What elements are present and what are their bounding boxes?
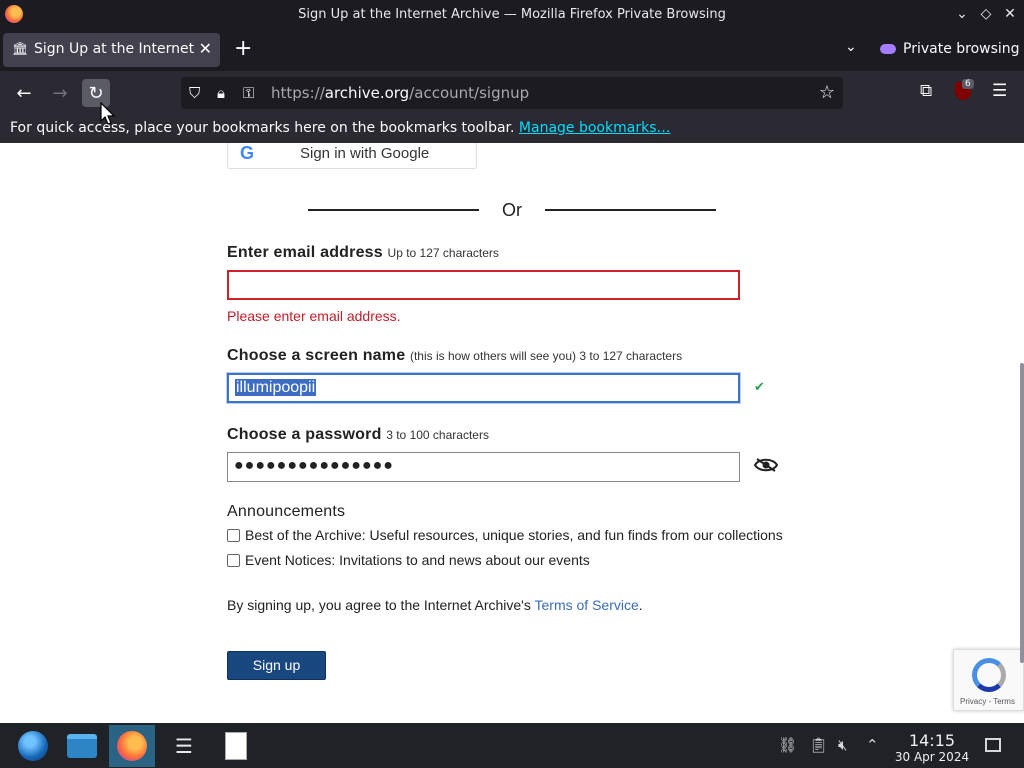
google-icon: G [240, 143, 255, 163]
start-orb-icon [18, 731, 48, 761]
tab-bar: 🏛 Sign Up at the Internet Archive ✕ + ⌄ … [0, 29, 1024, 71]
menu-icon[interactable]: ☰ [992, 81, 1007, 101]
event-notices-label: Event Notices: Invitations to and news a… [245, 552, 590, 568]
bookmark-star-icon[interactable]: ☆ [819, 82, 835, 103]
back-button[interactable]: ← [10, 79, 38, 107]
page-content: G Sign in with Google Or Enter email add… [0, 143, 1024, 723]
document-taskbar-button[interactable] [213, 725, 259, 767]
recaptcha-icon [972, 658, 1006, 692]
ublock-count-badge: 6 [962, 79, 974, 89]
minimize-icon[interactable]: ⌄ [954, 4, 970, 24]
password-field[interactable]: ●●●●●●●●●●●●●●● [227, 452, 740, 482]
best-of-archive-checkbox[interactable] [227, 528, 240, 542]
recaptcha-badge[interactable]: Privacy - Terms [953, 649, 1024, 711]
tab-signup[interactable]: 🏛 Sign Up at the Internet Archive ✕ [3, 33, 220, 67]
recaptcha-footer[interactable]: Privacy - Terms [960, 697, 1015, 706]
divider-line-right [545, 209, 716, 211]
valid-check-icon: ✔ [754, 379, 765, 394]
or-label: Or [502, 200, 522, 220]
clock-time: 14:15 [908, 731, 956, 750]
best-of-archive-label: Best of the Archive: Useful resources, u… [245, 527, 783, 543]
google-signin-button[interactable]: G Sign in with Google [227, 143, 477, 169]
close-window-icon[interactable]: ✕ [1002, 4, 1018, 24]
taskbar: ☰ ⛓ 📋︎ 🔇︎ ⌃ 14:15 30 Apr 2024 [0, 723, 1024, 768]
announcements-title: Announcements [227, 503, 346, 520]
tab-title: Sign Up at the Internet Archive [34, 41, 197, 57]
password-label: Choose a password 3 to 100 characters [227, 426, 489, 443]
terms-of-service-link[interactable]: Terms of Service [535, 597, 639, 613]
maximize-icon[interactable]: ◇ [978, 4, 994, 24]
screen-name-hint: (this is how others will see you) 3 to 1… [409, 349, 683, 363]
or-divider: Or [308, 200, 716, 220]
email-field[interactable] [227, 270, 740, 300]
clipboard-icon[interactable]: 📋︎ [809, 736, 828, 754]
google-signin-label: Sign in with Google [300, 145, 430, 162]
tray-expand-icon[interactable]: ⌃ [866, 736, 879, 754]
mouse-cursor-icon [100, 102, 116, 125]
url-bar[interactable]: ⛉ 🔒︎ ⚿ https://archive.org/account/signu… [181, 77, 843, 109]
screen-name-value: illumipoopii [235, 379, 317, 396]
shield-icon[interactable]: ⛉ [189, 84, 200, 102]
password-hint: 3 to 100 characters [386, 428, 489, 442]
volume-muted-icon[interactable]: 🔇︎ [838, 736, 847, 754]
url-text[interactable]: https://archive.org/account/signup [271, 84, 529, 102]
screen-name-label: Choose a screen name (this is how others… [227, 347, 683, 364]
new-tab-button[interactable]: + [234, 37, 252, 61]
lock-icon[interactable]: 🔒︎ [217, 84, 225, 102]
sliders-icon: ☰ [175, 734, 193, 758]
event-notices-option[interactable]: Event Notices: Invitations to and news a… [227, 552, 590, 568]
manage-bookmarks-link[interactable]: Manage bookmarks… [519, 120, 671, 136]
page-scrollbar[interactable] [1020, 363, 1024, 663]
extensions-icon[interactable]: ⧉ [920, 81, 932, 101]
show-desktop-icon[interactable] [985, 738, 1001, 752]
email-error-message: Please enter email address. [227, 308, 401, 324]
divider-line-left [308, 209, 479, 211]
start-menu-button[interactable] [10, 725, 56, 767]
clock[interactable]: 14:15 30 Apr 2024 [893, 731, 971, 764]
clock-date: 30 Apr 2024 [894, 750, 970, 764]
password-value: ●●●●●●●●●●●●●●● [234, 457, 394, 474]
private-browsing-indicator: Private browsing [880, 41, 1020, 57]
private-browsing-label: Private browsing [903, 41, 1020, 57]
event-notices-checkbox[interactable] [227, 553, 240, 567]
network-icon[interactable]: ⛓ [778, 736, 797, 754]
navigation-toolbar: ← → ↻ ⛉ 🔒︎ ⚿ https://archive.org/account… [0, 71, 1024, 115]
terms-statement: By signing up, you agree to the Internet… [227, 597, 643, 613]
window-titlebar: Sign Up at the Internet Archive — Mozill… [0, 0, 1024, 29]
archive-icon: 🏛 [12, 42, 29, 57]
best-of-archive-option[interactable]: Best of the Archive: Useful resources, u… [227, 527, 783, 543]
folder-icon [67, 734, 97, 758]
screen-name-field[interactable]: illumipoopii [227, 373, 740, 403]
bookmarks-toolbar: For quick access, place your bookmarks h… [0, 115, 1024, 143]
window-title: Sign Up at the Internet Archive — Mozill… [298, 7, 726, 22]
file-manager-button[interactable] [59, 725, 105, 767]
email-hint: Up to 127 characters [387, 246, 499, 260]
list-all-tabs-button[interactable]: ⌄ [845, 39, 857, 55]
settings-taskbar-button[interactable]: ☰ [161, 725, 207, 767]
close-tab-icon[interactable]: ✕ [199, 39, 212, 58]
email-label: Enter email address Up to 127 characters [227, 244, 499, 261]
document-icon [225, 732, 247, 760]
private-mask-icon [880, 44, 896, 54]
forward-button[interactable]: → [46, 79, 74, 107]
sign-up-button[interactable]: Sign up [227, 651, 326, 680]
firefox-icon [117, 731, 147, 761]
firefox-taskbar-button[interactable] [109, 725, 155, 767]
toggle-password-visibility-icon[interactable] [754, 457, 778, 473]
key-icon[interactable]: ⚿ [243, 84, 254, 102]
window-controls: ⌄ ◇ ✕ [954, 4, 1018, 24]
